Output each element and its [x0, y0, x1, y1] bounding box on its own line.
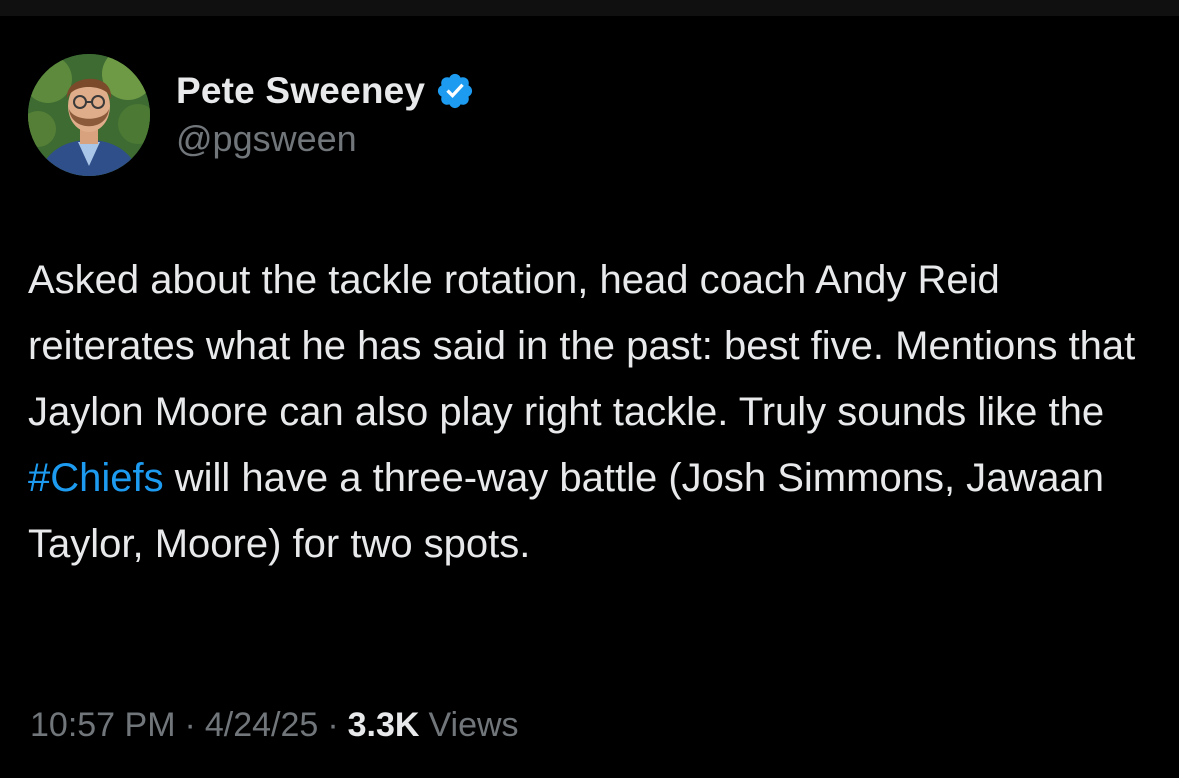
author-handle[interactable]: @pgsween	[176, 118, 475, 160]
tweet-meta: 10:57 PM · 4/24/25 · 3.3K Views	[30, 706, 519, 745]
meta-separator: ·	[327, 706, 339, 744]
verified-badge-icon[interactable]	[435, 71, 475, 111]
tweet-text-part-1: Asked about the tackle rotation, head co…	[28, 258, 1136, 434]
top-bar	[0, 0, 1179, 16]
display-name[interactable]: Pete Sweeney	[176, 70, 425, 112]
views-label[interactable]: Views	[428, 706, 518, 745]
tweet-text-part-2: will have a three-way battle (Josh Simmo…	[28, 456, 1105, 566]
hashtag-link[interactable]: #Chiefs	[28, 456, 164, 500]
views-count[interactable]: 3.3K	[348, 706, 420, 745]
tweet-time[interactable]: 10:57 PM	[30, 706, 176, 745]
author-info: Pete Sweeney @pgsween	[176, 68, 475, 160]
tweet-card: Pete Sweeney @pgsween Asked about the ta…	[0, 16, 1179, 778]
meta-separator: ·	[184, 706, 196, 744]
avatar[interactable]	[28, 54, 150, 176]
profile-photo-icon	[28, 54, 150, 176]
name-row: Pete Sweeney	[176, 68, 475, 114]
tweet-date[interactable]: 4/24/25	[205, 706, 318, 745]
tweet-text: Asked about the tackle rotation, head co…	[28, 247, 1153, 577]
